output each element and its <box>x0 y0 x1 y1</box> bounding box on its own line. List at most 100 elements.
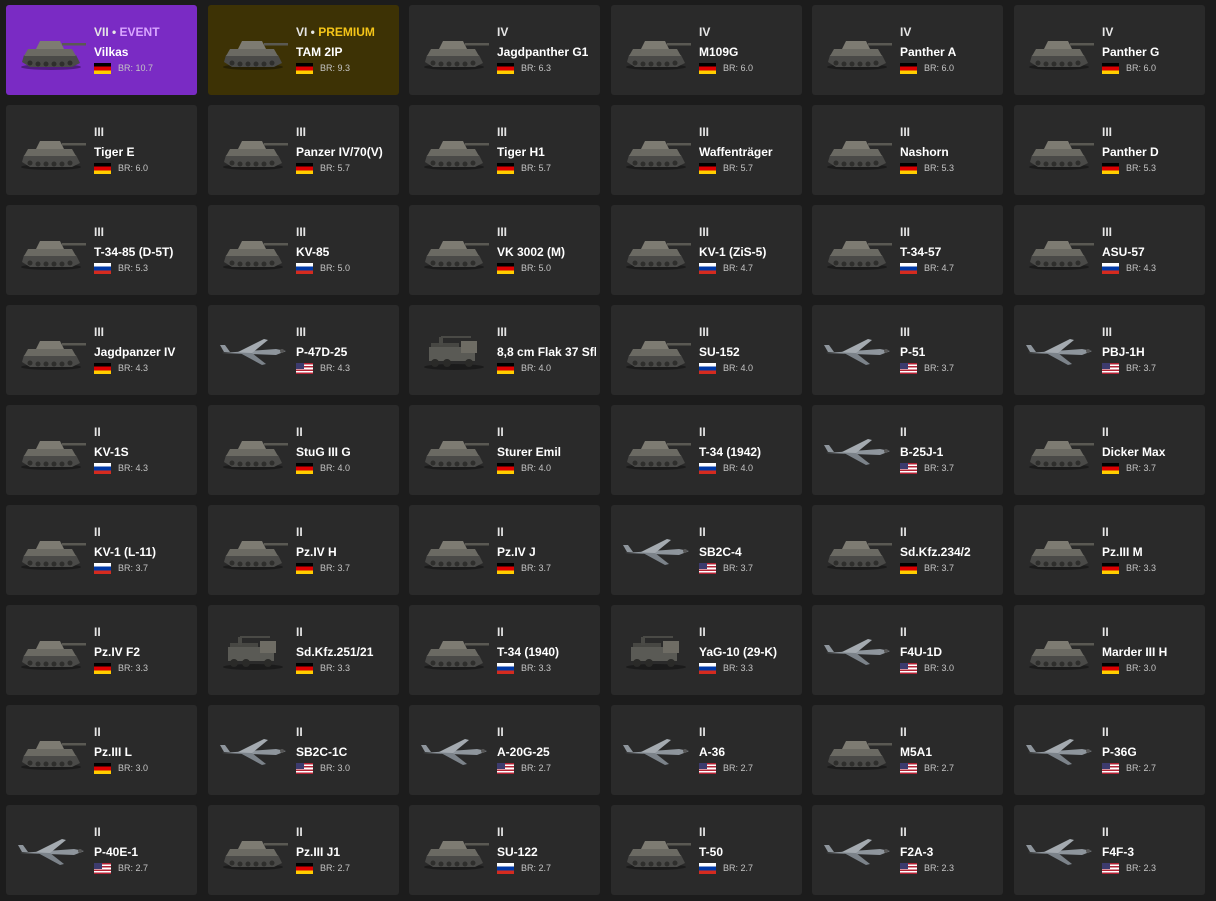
vehicle-meta: BR: 4.3 <box>94 362 193 374</box>
vehicle-tier: II <box>296 425 395 439</box>
vehicle-card[interactable]: II Pz.IV F2 BR: 3.3 <box>6 605 197 695</box>
vehicle-tier: III <box>699 325 798 339</box>
vehicle-card[interactable]: II KV-1 (L-11) BR: 3.7 <box>6 505 197 595</box>
battle-rating: BR: 6.0 <box>924 63 955 73</box>
vehicle-card[interactable]: II Pz.III M BR: 3.3 <box>1014 505 1205 595</box>
tank-icon <box>14 625 88 675</box>
vehicle-tier: IV <box>497 25 596 39</box>
usa-flag-icon <box>1102 362 1119 374</box>
vehicle-card[interactable]: VI • PREMIUM TAM 2IP BR: 9.3 <box>208 5 399 95</box>
tier-label: VI <box>296 25 308 39</box>
vehicle-card[interactable]: III KV-85 BR: 5.0 <box>208 205 399 295</box>
vehicle-card[interactable]: III T-34-57 BR: 4.7 <box>812 205 1003 295</box>
vehicle-tier: II <box>900 525 999 539</box>
germany-flag-icon <box>900 562 917 574</box>
vehicle-card[interactable]: III P-51 BR: 3.7 <box>812 305 1003 395</box>
russia-flag-icon <box>296 262 313 274</box>
vehicle-card[interactable]: II A-36 BR: 2.7 <box>611 705 802 795</box>
vehicle-card[interactable]: II Sd.Kfz.234/2 BR: 3.7 <box>812 505 1003 595</box>
battle-rating: BR: 2.7 <box>723 863 754 873</box>
vehicle-card[interactable]: III Waffenträger BR: 5.7 <box>611 105 802 195</box>
vehicle-card[interactable]: II T-50 BR: 2.7 <box>611 805 802 895</box>
vehicle-tier: II <box>1102 425 1201 439</box>
vehicle-info: VII • EVENT Vilkas BR: 10.7 <box>94 25 193 74</box>
vehicle-name: P-47D-25 <box>296 345 348 359</box>
vehicle-card[interactable]: III Tiger H1 BR: 5.7 <box>409 105 600 195</box>
vehicle-card[interactable]: III Tiger E BR: 6.0 <box>6 105 197 195</box>
vehicle-name: ASU-57 <box>1102 245 1145 259</box>
plane-icon <box>417 725 491 775</box>
vehicle-card[interactable]: III Jagdpanzer IV BR: 4.3 <box>6 305 197 395</box>
tier-label: II <box>497 525 504 539</box>
vehicle-card[interactable]: II Sd.Kfz.251/21 BR: 3.3 <box>208 605 399 695</box>
vehicle-card[interactable]: II P-36G BR: 2.7 <box>1014 705 1205 795</box>
vehicle-card[interactable]: II F4F-3 BR: 2.3 <box>1014 805 1205 895</box>
vehicle-card[interactable]: II Pz.III J1 BR: 2.7 <box>208 805 399 895</box>
vehicle-card[interactable]: IV Panther G BR: 6.0 <box>1014 5 1205 95</box>
battle-rating: BR: 5.0 <box>521 263 552 273</box>
vehicle-card[interactable]: III SU-152 BR: 4.0 <box>611 305 802 395</box>
vehicle-card[interactable]: II M5A1 BR: 2.7 <box>812 705 1003 795</box>
plane-icon <box>820 625 894 675</box>
germany-flag-icon <box>497 262 514 274</box>
vehicle-card[interactable]: II F4U-1D BR: 3.0 <box>812 605 1003 695</box>
vehicle-card[interactable]: II Marder III H BR: 3.0 <box>1014 605 1205 695</box>
usa-flag-icon <box>699 762 716 774</box>
vehicle-card[interactable]: II SU-122 BR: 2.7 <box>409 805 600 895</box>
vehicle-tier: II <box>497 625 596 639</box>
vehicle-card[interactable]: IV Jagdpanther G1 BR: 6.3 <box>409 5 600 95</box>
battle-rating: BR: 3.7 <box>723 563 754 573</box>
vehicle-card[interactable]: II F2A-3 BR: 2.3 <box>812 805 1003 895</box>
vehicle-card[interactable]: II Pz.IV J BR: 3.7 <box>409 505 600 595</box>
usa-flag-icon <box>94 862 111 874</box>
vehicle-info: III Panther D BR: 5.3 <box>1102 125 1201 174</box>
battle-rating: BR: 3.7 <box>1126 363 1157 373</box>
battle-rating: BR: 3.3 <box>521 663 552 673</box>
vehicle-tier: II <box>699 725 798 739</box>
vehicle-card[interactable]: II KV-1S BR: 4.3 <box>6 405 197 495</box>
vehicle-card[interactable]: II YaG-10 (29-K) BR: 3.3 <box>611 605 802 695</box>
vehicle-card[interactable]: IV M109G BR: 6.0 <box>611 5 802 95</box>
vehicle-card[interactable]: III P-47D-25 BR: 4.3 <box>208 305 399 395</box>
tier-label: IV <box>699 25 711 39</box>
vehicle-card[interactable]: II Pz.IV H BR: 3.7 <box>208 505 399 595</box>
vehicle-card[interactable]: III KV-1 (ZiS-5) BR: 4.7 <box>611 205 802 295</box>
vehicle-card[interactable]: III VK 3002 (M) BR: 5.0 <box>409 205 600 295</box>
vehicle-card[interactable]: II Pz.III L BR: 3.0 <box>6 705 197 795</box>
vehicle-card[interactable]: III ASU-57 BR: 4.3 <box>1014 205 1205 295</box>
vehicle-card[interactable]: III Panther D BR: 5.3 <box>1014 105 1205 195</box>
vehicle-card[interactable]: II Dicker Max BR: 3.7 <box>1014 405 1205 495</box>
vehicle-card[interactable]: III PBJ-1H BR: 3.7 <box>1014 305 1205 395</box>
tier-label: III <box>1102 325 1113 339</box>
vehicle-card[interactable]: II SB2C-1C BR: 3.0 <box>208 705 399 795</box>
vehicle-card[interactable]: II Sturer Emil BR: 4.0 <box>409 405 600 495</box>
vehicle-card[interactable]: II SB2C-4 BR: 3.7 <box>611 505 802 595</box>
vehicle-card[interactable]: III Nashorn BR: 5.3 <box>812 105 1003 195</box>
vehicle-meta: BR: 10.7 <box>94 62 193 74</box>
tier-label: II <box>1102 425 1109 439</box>
vehicle-meta: BR: 3.7 <box>497 562 596 574</box>
vehicle-card[interactable]: II A-20G-25 BR: 2.7 <box>409 705 600 795</box>
vehicle-name: Panzer IV/70(V) <box>296 145 383 159</box>
vehicle-card[interactable]: II T-34 (1942) BR: 4.0 <box>611 405 802 495</box>
vehicle-card[interactable]: III Panzer IV/70(V) BR: 5.7 <box>208 105 399 195</box>
tank-icon <box>14 225 88 275</box>
germany-flag-icon <box>1102 662 1119 674</box>
battle-rating: BR: 3.3 <box>118 663 149 673</box>
vehicle-card[interactable]: II B-25J-1 BR: 3.7 <box>812 405 1003 495</box>
tank-icon <box>820 25 894 75</box>
vehicle-name: KV-1S <box>94 445 129 459</box>
vehicle-card[interactable]: II P-40E-1 BR: 2.7 <box>6 805 197 895</box>
germany-flag-icon <box>699 162 716 174</box>
vehicle-card[interactable]: III 8,8 cm Flak 37 Sfl. BR: 4.0 <box>409 305 600 395</box>
tier-label: III <box>94 325 105 339</box>
vehicle-card[interactable]: III T-34-85 (D-5T) BR: 5.3 <box>6 205 197 295</box>
russia-flag-icon <box>699 362 716 374</box>
vehicle-card[interactable]: II T-34 (1940) BR: 3.3 <box>409 605 600 695</box>
vehicle-card[interactable]: VII • EVENT Vilkas BR: 10.7 <box>6 5 197 95</box>
tier-label: III <box>699 325 710 339</box>
vehicle-tier: II <box>699 525 798 539</box>
vehicle-card[interactable]: IV Panther A BR: 6.0 <box>812 5 1003 95</box>
vehicle-tier: III <box>94 225 193 239</box>
vehicle-card[interactable]: II StuG III G BR: 4.0 <box>208 405 399 495</box>
